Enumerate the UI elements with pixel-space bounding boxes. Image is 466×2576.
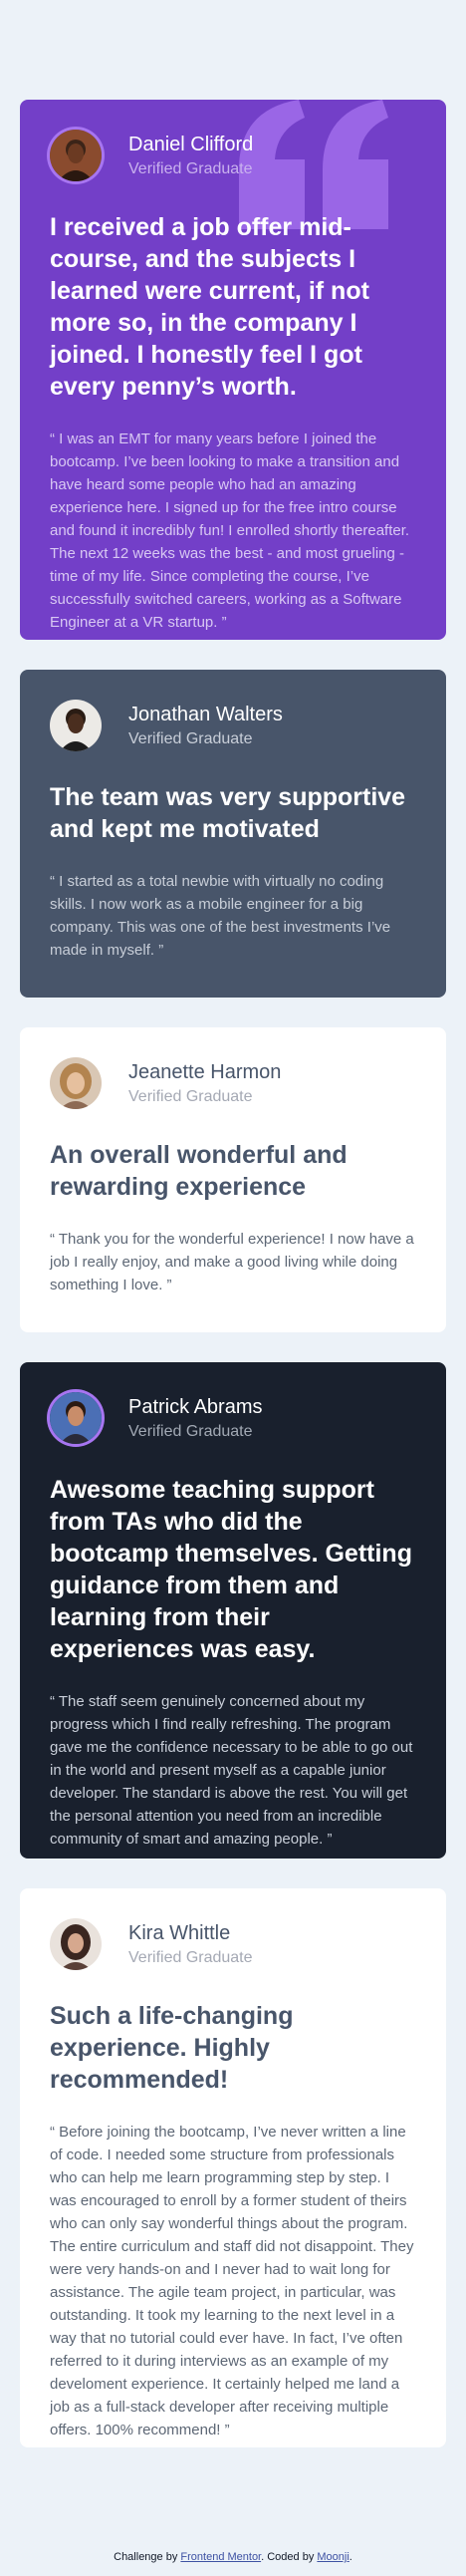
author-role: Verified Graduate bbox=[128, 1422, 253, 1440]
testimonial-card-daniel: Daniel Clifford Verified Graduate I rece… bbox=[20, 100, 446, 640]
author-name: Kira Whittle bbox=[128, 1921, 231, 1944]
testimonial-body: “ The staff seem genuinely concerned abo… bbox=[50, 1693, 413, 1848]
author-role: Verified Graduate bbox=[128, 159, 253, 177]
testimonial-headline: Awesome teaching support from TAs who di… bbox=[50, 1476, 412, 1663]
attribution-middle: . Coded by bbox=[261, 2551, 318, 2563]
avatar-jeanette bbox=[50, 1057, 102, 1109]
card-header: Jeanette Harmon Verified Graduate bbox=[50, 1057, 416, 1109]
card-header: Patrick Abrams Verified Graduate bbox=[50, 1392, 416, 1444]
testimonial-body: “ Before joining the bootcamp, I’ve neve… bbox=[50, 2124, 414, 2438]
testimonial-card-jeanette: Jeanette Harmon Verified Graduate An ove… bbox=[20, 1027, 446, 1332]
testimonial-card-jonathan: Jonathan Walters Verified Graduate The t… bbox=[20, 670, 446, 998]
author-name: Patrick Abrams bbox=[128, 1395, 263, 1418]
testimonial-headline: The team was very supportive and kept me… bbox=[50, 783, 406, 843]
card-author: Jonathan Walters Verified Graduate bbox=[128, 703, 283, 749]
testimonial-headline: I received a job offer mid-course, and t… bbox=[50, 213, 369, 401]
testimonial-body: “ Thank you for the wonderful experience… bbox=[50, 1231, 414, 1293]
testimonial-body: “ I started as a total newbie with virtu… bbox=[50, 873, 391, 959]
testimonial-headline: An overall wonderful and rewarding exper… bbox=[50, 1141, 348, 1201]
testimonial-card-patrick: Patrick Abrams Verified Graduate Awesome… bbox=[20, 1362, 446, 1859]
card-author: Daniel Clifford Verified Graduate bbox=[128, 133, 253, 179]
card-header: Kira Whittle Verified Graduate bbox=[50, 1918, 416, 1970]
card-author: Kira Whittle Verified Graduate bbox=[128, 1921, 253, 1968]
author-name: Daniel Clifford bbox=[128, 133, 254, 155]
card-author: Patrick Abrams Verified Graduate bbox=[128, 1395, 262, 1442]
card-header: Daniel Clifford Verified Graduate bbox=[50, 130, 416, 181]
author-role: Verified Graduate bbox=[128, 1087, 253, 1105]
card-author: Jeanette Harmon Verified Graduate bbox=[128, 1060, 281, 1107]
author-name: Jonathan Walters bbox=[128, 703, 283, 725]
testimonial-headline: Such a life-changing experience. Highly … bbox=[50, 2002, 294, 2094]
testimonial-body: “ I was an EMT for many years before I j… bbox=[50, 430, 410, 631]
avatar-daniel bbox=[50, 130, 102, 181]
frontend-mentor-link[interactable]: Frontend Mentor bbox=[180, 2551, 261, 2563]
author-role: Verified Graduate bbox=[128, 729, 253, 747]
attribution-suffix: . bbox=[349, 2551, 352, 2563]
testimonial-card-kira: Kira Whittle Verified Graduate Such a li… bbox=[20, 1888, 446, 2447]
author-role: Verified Graduate bbox=[128, 1948, 253, 1966]
author-name: Jeanette Harmon bbox=[128, 1060, 282, 1083]
avatar-patrick bbox=[50, 1392, 102, 1444]
attribution-footer: Challenge by Frontend Mentor. Coded by M… bbox=[0, 2551, 466, 2563]
card-header: Jonathan Walters Verified Graduate bbox=[50, 700, 416, 751]
testimonials-grid: Daniel Clifford Verified Graduate I rece… bbox=[0, 0, 466, 2447]
author-link[interactable]: Moonji bbox=[317, 2551, 349, 2563]
avatar-kira bbox=[50, 1918, 102, 1970]
attribution-prefix: Challenge by bbox=[114, 2551, 181, 2563]
avatar-jonathan bbox=[50, 700, 102, 751]
